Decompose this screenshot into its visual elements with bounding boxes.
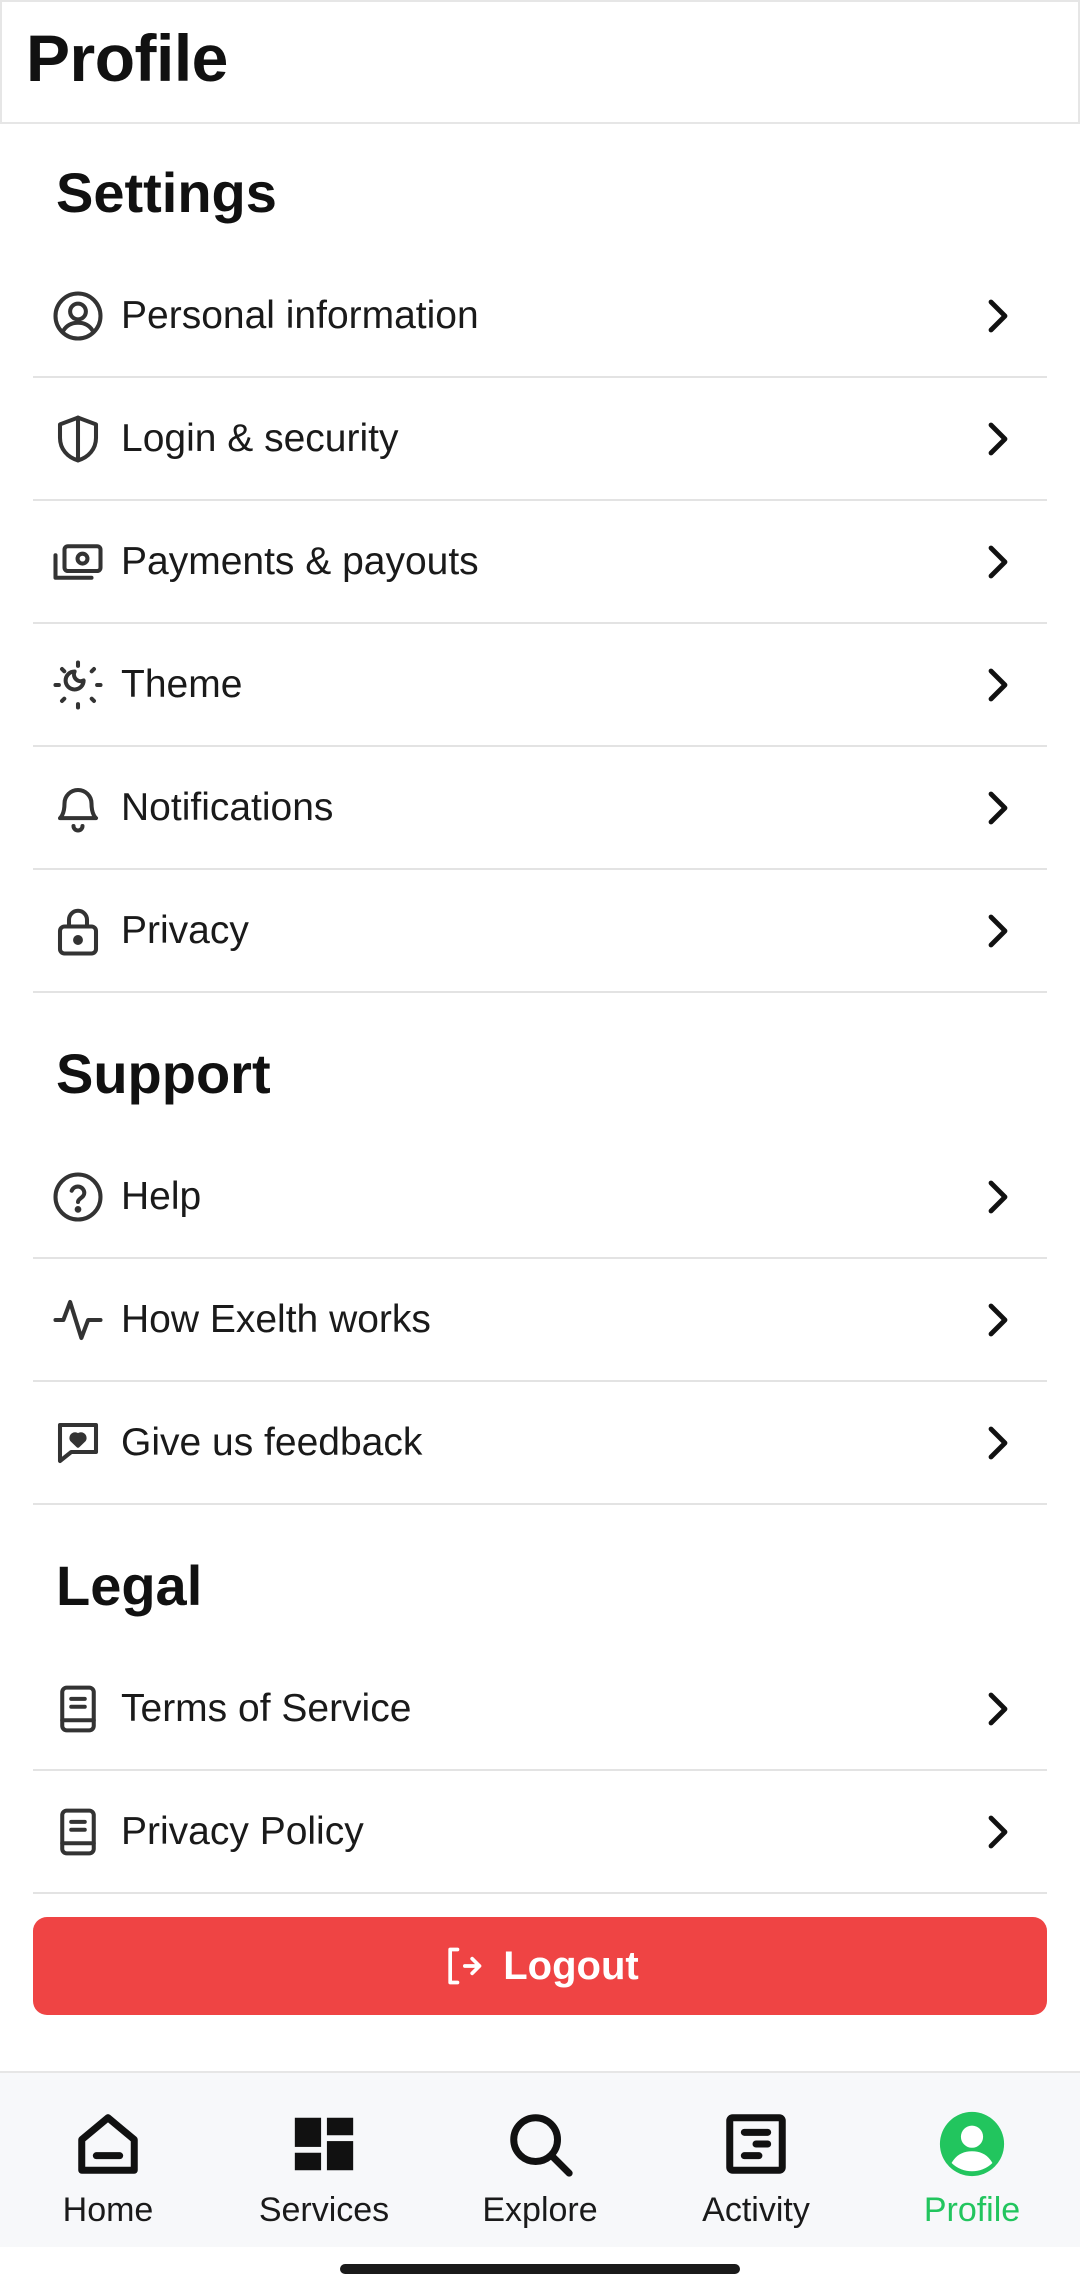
lock-icon: [49, 902, 107, 960]
settings-item-label: Notifications: [121, 786, 334, 829]
settings-item-label: Payments & payouts: [121, 540, 479, 583]
legal-item-label: Privacy Policy: [121, 1810, 364, 1853]
settings-item-theme[interactable]: Theme: [33, 625, 1047, 747]
chevron-right-icon: [988, 1426, 1008, 1460]
chevron-right-icon: [988, 791, 1008, 825]
tab-services[interactable]: Services: [216, 2073, 432, 2247]
bottom-tab-bar: Home Services Explore Activity Profile: [0, 2071, 1080, 2247]
tab-label: Explore: [482, 2191, 598, 2229]
help-circle-icon: [49, 1168, 107, 1226]
chevron-right-icon: [988, 914, 1008, 948]
book-icon: [49, 1803, 107, 1861]
tab-label: Activity: [702, 2191, 810, 2229]
support-item-label: Help: [121, 1175, 202, 1218]
tab-explore[interactable]: Explore: [432, 2073, 648, 2247]
dashboard-icon: [294, 2117, 354, 2171]
activity-icon: [49, 1291, 107, 1349]
section-title-legal: Legal: [56, 1554, 203, 1617]
sun-moon-icon: [49, 656, 107, 714]
support-item-help[interactable]: Help: [33, 1137, 1047, 1259]
user-circle-icon: [49, 287, 107, 345]
settings-item-label: Theme: [121, 663, 243, 706]
settings-item-notifications[interactable]: Notifications: [33, 748, 1047, 870]
user-circle-filled-icon: [939, 2111, 1005, 2177]
settings-item-privacy[interactable]: Privacy: [33, 871, 1047, 993]
logout-icon: [448, 1947, 482, 1985]
chevron-right-icon: [988, 668, 1008, 702]
legal-item-label: Terms of Service: [121, 1687, 412, 1730]
tab-label: Profile: [923, 2191, 1021, 2229]
page-title: Profile: [26, 21, 228, 95]
chevron-right-icon: [988, 1303, 1008, 1337]
section-title-support: Support: [56, 1042, 271, 1105]
home-indicator: [340, 2264, 740, 2274]
support-item-label: Give us feedback: [121, 1421, 423, 1464]
cash-icon: [49, 533, 107, 591]
tab-home[interactable]: Home: [0, 2073, 216, 2247]
settings-item-label: Privacy: [121, 909, 249, 952]
chevron-right-icon: [988, 299, 1008, 333]
chevron-right-icon: [988, 1180, 1008, 1214]
chevron-right-icon: [988, 422, 1008, 456]
support-item-feedback[interactable]: Give us feedback: [33, 1383, 1047, 1505]
settings-item-login-security[interactable]: Login & security: [33, 379, 1047, 501]
settings-item-personal-information[interactable]: Personal information: [33, 256, 1047, 378]
message-heart-icon: [49, 1414, 107, 1472]
tab-profile[interactable]: Profile: [864, 2073, 1080, 2247]
tab-label: Services: [258, 2191, 390, 2229]
section-title-settings: Settings: [56, 161, 277, 224]
bell-icon: [49, 779, 107, 837]
tab-label: Home: [62, 2191, 154, 2229]
home-icon: [78, 2114, 138, 2174]
tab-activity[interactable]: Activity: [648, 2073, 864, 2247]
chevron-right-icon: [988, 545, 1008, 579]
support-item-how-it-works[interactable]: How Exelth works: [33, 1260, 1047, 1382]
chevron-right-icon: [988, 1815, 1008, 1849]
settings-item-label: Personal information: [121, 294, 479, 337]
legal-item-terms[interactable]: Terms of Service: [33, 1649, 1047, 1771]
logout-button[interactable]: Logout: [33, 1917, 1047, 2015]
top-bar: Profile: [0, 0, 1080, 124]
legal-item-privacy-policy[interactable]: Privacy Policy: [33, 1772, 1047, 1894]
book-icon: [49, 1680, 107, 1738]
search-icon: [510, 2114, 573, 2177]
settings-item-label: Login & security: [121, 417, 399, 460]
support-item-label: How Exelth works: [121, 1298, 431, 1341]
settings-item-payments-payouts[interactable]: Payments & payouts: [33, 502, 1047, 624]
activity-list-icon: [726, 2114, 786, 2174]
shield-icon: [49, 410, 107, 468]
chevron-right-icon: [988, 1692, 1008, 1726]
logout-label: Logout: [503, 1943, 639, 1988]
